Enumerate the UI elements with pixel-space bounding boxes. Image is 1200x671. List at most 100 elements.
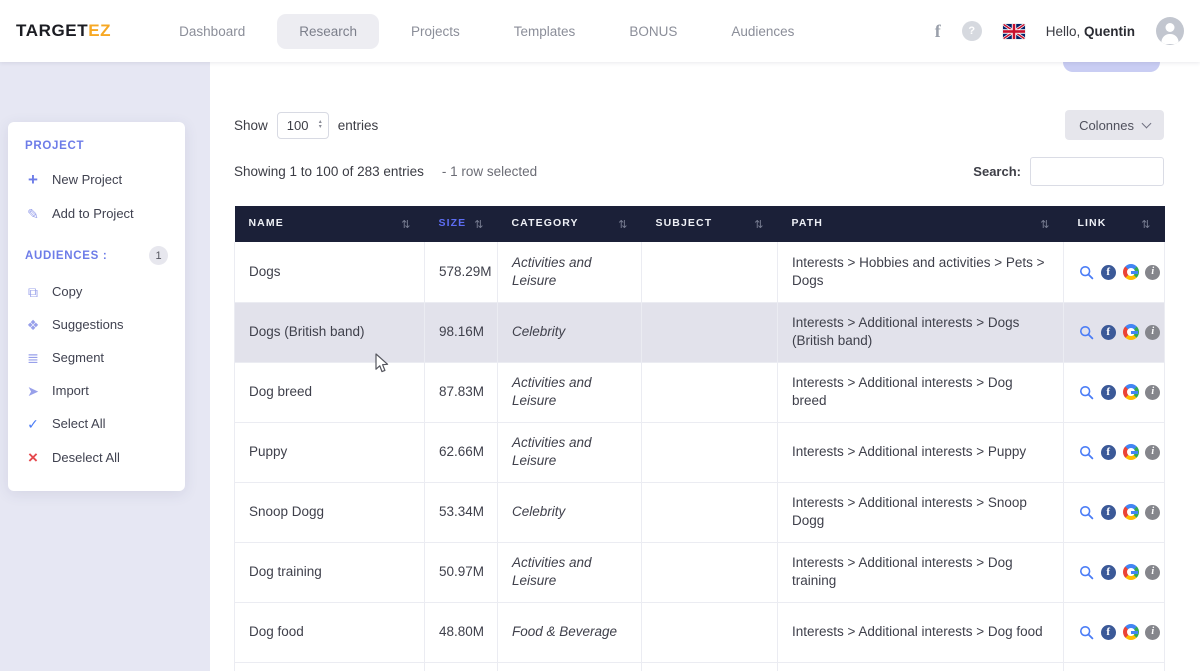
sidebar-item-label: Suggestions — [52, 317, 124, 332]
sidebar-item-add-to-project[interactable]: ✎ Add to Project — [8, 197, 185, 230]
info-icon[interactable]: i — [1145, 324, 1161, 340]
logo-accent: EZ — [88, 21, 112, 40]
facebook-icon[interactable]: f — [1100, 504, 1116, 520]
table-row[interactable]: Dog breed 87.83M Activities and Leisure … — [234, 362, 1165, 423]
audiences-section-header: AUDIENCES : 1 — [8, 246, 185, 265]
facebook-icon[interactable]: f — [1100, 444, 1116, 460]
facebook-icon[interactable]: f — [1100, 324, 1116, 340]
cell-path: Interests > Hobbies and activities > Pet… — [777, 242, 1064, 303]
sidebar-item-suggestions[interactable]: ❖ Suggestions — [8, 308, 185, 341]
info-icon[interactable]: i — [1145, 444, 1161, 460]
sidebar-item-copy[interactable]: ⧉ Copy — [8, 275, 185, 308]
entries-select[interactable]: 100 ▴ ▾ — [276, 111, 329, 139]
facebook-icon[interactable]: f — [1100, 624, 1116, 640]
nav-dashboard[interactable]: Dashboard — [157, 14, 267, 49]
cell-name: Dog training — [234, 542, 425, 603]
google-icon[interactable] — [1122, 504, 1139, 521]
entries-select-value: 100 — [286, 117, 309, 133]
sidebar-item-label: Select All — [52, 416, 106, 431]
nav-templates[interactable]: Templates — [492, 14, 598, 49]
column-header-name[interactable]: NAME ⇅ — [234, 206, 425, 242]
cell-links: f i — [1063, 242, 1165, 303]
table-row[interactable]: Dog food 48.80M Food & Beverage Interest… — [234, 602, 1165, 663]
search-input[interactable] — [1030, 156, 1164, 186]
magnifier-icon[interactable] — [1078, 324, 1094, 340]
cell-name: Puppy — [234, 422, 425, 483]
info-icon[interactable]: i — [1145, 624, 1161, 640]
cell-size: 50.97M — [424, 542, 498, 603]
nav-audiences[interactable]: Audiences — [709, 14, 816, 49]
table-row[interactable]: Snoop Dogg 53.34M Celebrity Interests > … — [234, 482, 1165, 543]
cell-subject — [641, 302, 778, 363]
app-logo[interactable]: TARGETEZ — [16, 21, 111, 41]
column-header-size[interactable]: SIZE ⇅ — [424, 206, 498, 242]
cell-path: Interests > Additional interests > Dog t… — [777, 542, 1064, 603]
user-avatar-icon[interactable] — [1156, 17, 1184, 45]
cell-subject — [641, 362, 778, 423]
sidebar-item-import[interactable]: ➤ Import — [8, 374, 185, 407]
greeting-name: Quentin — [1084, 23, 1135, 39]
column-header-link[interactable]: LINK ⇅ — [1063, 206, 1165, 242]
sidebar-item-segment[interactable]: ≣ Segment — [8, 341, 185, 374]
magnifier-icon[interactable] — [1078, 264, 1094, 280]
magnifier-icon[interactable] — [1078, 564, 1094, 580]
sidebar-item-select-all[interactable]: ✓ Select All — [8, 407, 185, 440]
cell-subject — [641, 542, 778, 603]
sidebar-item-label: Deselect All — [52, 450, 120, 465]
sidebar-item-label: Segment — [52, 350, 105, 365]
table-row[interactable]: Dogs (British band) 98.16M Celebrity Int… — [234, 302, 1165, 363]
sort-icon: ⇅ — [1141, 219, 1151, 231]
columns-button[interactable]: Colonnes — [1065, 110, 1164, 140]
column-header-subject[interactable]: SUBJECT ⇅ — [641, 206, 778, 242]
magnifier-icon[interactable] — [1078, 504, 1094, 520]
google-icon[interactable] — [1122, 384, 1139, 401]
suggestions-icon: ❖ — [26, 316, 40, 333]
facebook-icon[interactable]: f — [1100, 384, 1116, 400]
google-icon[interactable] — [1122, 564, 1139, 581]
facebook-icon[interactable]: f — [1100, 264, 1116, 280]
uk-flag-icon[interactable] — [1002, 23, 1025, 39]
facebook-icon[interactable]: f — [935, 21, 941, 42]
table-row[interactable]: Dogs 578.29M Activities and Leisure Inte… — [234, 242, 1165, 303]
cell-category — [497, 662, 642, 671]
column-header-category[interactable]: CATEGORY ⇅ — [497, 206, 642, 242]
nav-research[interactable]: Research — [277, 13, 379, 49]
magnifier-icon[interactable] — [1078, 384, 1094, 400]
magnifier-icon[interactable] — [1078, 624, 1094, 640]
sidebar-item-label: New Project — [52, 172, 123, 187]
google-icon[interactable] — [1122, 444, 1139, 461]
cell-subject — [641, 662, 778, 671]
sidebar-item-new-project[interactable]: + New Project — [8, 162, 185, 197]
google-icon[interactable] — [1122, 324, 1139, 341]
table-row[interactable]: Dog training 50.97M Activities and Leisu… — [234, 542, 1165, 603]
cell-path: Interests > Additional interests > Dog b… — [777, 362, 1064, 423]
info-icon[interactable]: i — [1145, 504, 1161, 520]
help-icon[interactable]: ? — [961, 21, 982, 41]
table-row[interactable]: Puppy 62.66M Activities and Leisure Inte… — [234, 422, 1165, 483]
sidebar-item-label: Add to Project — [52, 206, 134, 221]
info-icon[interactable]: i — [1145, 264, 1161, 280]
greeting-prefix: Hello, — [1045, 23, 1081, 39]
nav-projects[interactable]: Projects — [389, 14, 482, 49]
facebook-icon[interactable]: f — [1100, 564, 1116, 580]
nav-bonus[interactable]: BONUS — [607, 14, 699, 49]
entries-label: entries — [337, 117, 379, 133]
x-icon: × — [28, 448, 38, 467]
google-icon[interactable] — [1122, 624, 1139, 641]
column-header-path[interactable]: PATH ⇅ — [777, 206, 1064, 242]
cell-size: 53.34M — [424, 482, 498, 543]
main-nav: Dashboard Research Projects Templates BO… — [157, 13, 816, 49]
magnifier-icon[interactable] — [1078, 444, 1094, 460]
cell-path: Interests > Additional interests > Snoop… — [777, 482, 1064, 543]
cell-category: Activities and Leisure — [497, 542, 642, 603]
info-icon[interactable]: i — [1145, 384, 1161, 400]
cell-name: Snoop Dogg — [234, 482, 425, 543]
sidebar-item-deselect-all[interactable]: × Deselect All — [8, 440, 185, 475]
cell-path: Interests > Additional interests > Puppy — [777, 422, 1064, 483]
google-icon[interactable] — [1122, 264, 1139, 281]
cell-category: Food & Beverage — [497, 602, 642, 663]
cell-size: 98.16M — [424, 302, 498, 363]
table-row[interactable]: f i — [234, 662, 1165, 671]
cell-links: f i — [1063, 422, 1165, 483]
info-icon[interactable]: i — [1145, 564, 1161, 580]
